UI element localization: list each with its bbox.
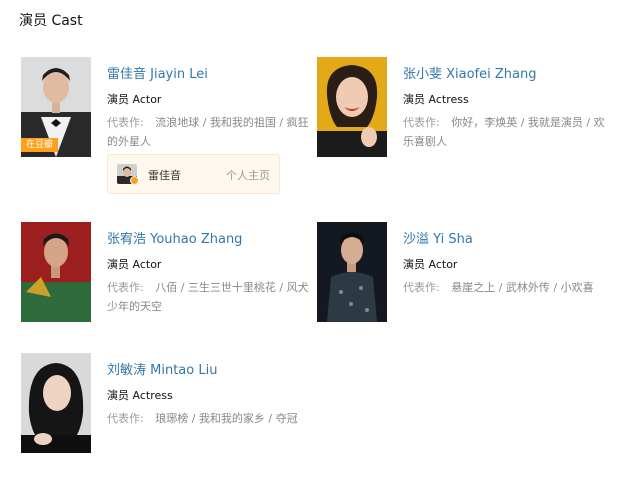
actor-photo[interactable] <box>21 222 91 322</box>
actor-works: 代表作: 你好，李焕英 / 我就是演员 / 欢乐喜剧人 <box>403 113 613 151</box>
cast-card-xiaofei-zhang: 张小斐 Xiaofei Zhang 演员 Actress 代表作: 你好，李焕英… <box>317 57 617 177</box>
works-text: 琅琊榜 / 我和我的家乡 / 夺冠 <box>155 412 298 425</box>
actor-works: 代表作: 琅琊榜 / 我和我的家乡 / 夺冠 <box>107 409 317 428</box>
actor-name-link[interactable]: 张宥浩 Youhao Zhang <box>107 228 242 247</box>
actor-name-link[interactable]: 张小斐 Xiaofei Zhang <box>403 63 537 82</box>
douban-badge: 在豆瓣 <box>21 138 58 152</box>
cast-card-youhao-zhang: 张宥浩 Youhao Zhang 演员 Actor 代表作: 八佰 / 三生三世… <box>21 222 321 342</box>
actor-name-link[interactable]: 雷佳音 Jiayin Lei <box>107 63 208 82</box>
actor-role: 演员 Actress <box>403 93 469 106</box>
actor-name-link[interactable]: 沙溢 Yi Sha <box>403 228 473 247</box>
personal-homepage-button[interactable]: 雷佳音 个人主页 <box>107 154 280 194</box>
actor-photo-image <box>317 222 387 322</box>
works-label: 代表作: <box>403 116 440 129</box>
works-label: 代表作: <box>403 281 440 294</box>
works-text: 悬崖之上 / 武林外传 / 小欢喜 <box>451 281 594 294</box>
actor-works: 代表作: 悬崖之上 / 武林外传 / 小欢喜 <box>403 278 613 297</box>
actor-photo[interactable]: 在豆瓣 <box>21 57 91 157</box>
works-label: 代表作: <box>107 412 144 425</box>
actor-photo-image <box>317 57 387 157</box>
cast-card-mintao-liu: 刘敏涛 Mintao Liu 演员 Actress 代表作: 琅琊榜 / 我和我… <box>21 353 321 473</box>
actor-works: 代表作: 八佰 / 三生三世十里桃花 / 风犬少年的天空 <box>107 278 317 316</box>
homepage-name: 雷佳音 <box>148 169 181 182</box>
actor-role: 演员 Actress <box>107 389 173 402</box>
actor-role: 演员 Actor <box>107 258 162 271</box>
actor-photo[interactable] <box>317 222 387 322</box>
actor-works: 代表作: 流浪地球 / 我和我的祖国 / 疯狂的外星人 <box>107 113 317 151</box>
actor-photo[interactable] <box>317 57 387 157</box>
verified-dot-icon <box>130 176 139 185</box>
cast-page: 演员 Cast 在豆瓣 雷佳音 Jiayin Lei 演员 Actor 代表作:… <box>0 0 640 484</box>
actor-name-link[interactable]: 刘敏涛 Mintao Liu <box>107 359 217 378</box>
actor-photo-image <box>21 222 91 322</box>
actor-photo[interactable] <box>21 353 91 453</box>
works-label: 代表作: <box>107 116 144 129</box>
cast-card-yi-sha: 沙溢 Yi Sha 演员 Actor 代表作: 悬崖之上 / 武林外传 / 小欢… <box>317 222 617 342</box>
section-title: 演员 Cast <box>19 13 83 29</box>
actor-photo-image <box>21 353 91 453</box>
cast-card-jiayin-lei: 在豆瓣 雷佳音 Jiayin Lei 演员 Actor 代表作: 流浪地球 / … <box>21 57 321 194</box>
homepage-link[interactable]: 个人主页 <box>226 167 270 183</box>
works-label: 代表作: <box>107 281 144 294</box>
actor-role: 演员 Actor <box>403 258 458 271</box>
actor-role: 演员 Actor <box>107 93 162 106</box>
